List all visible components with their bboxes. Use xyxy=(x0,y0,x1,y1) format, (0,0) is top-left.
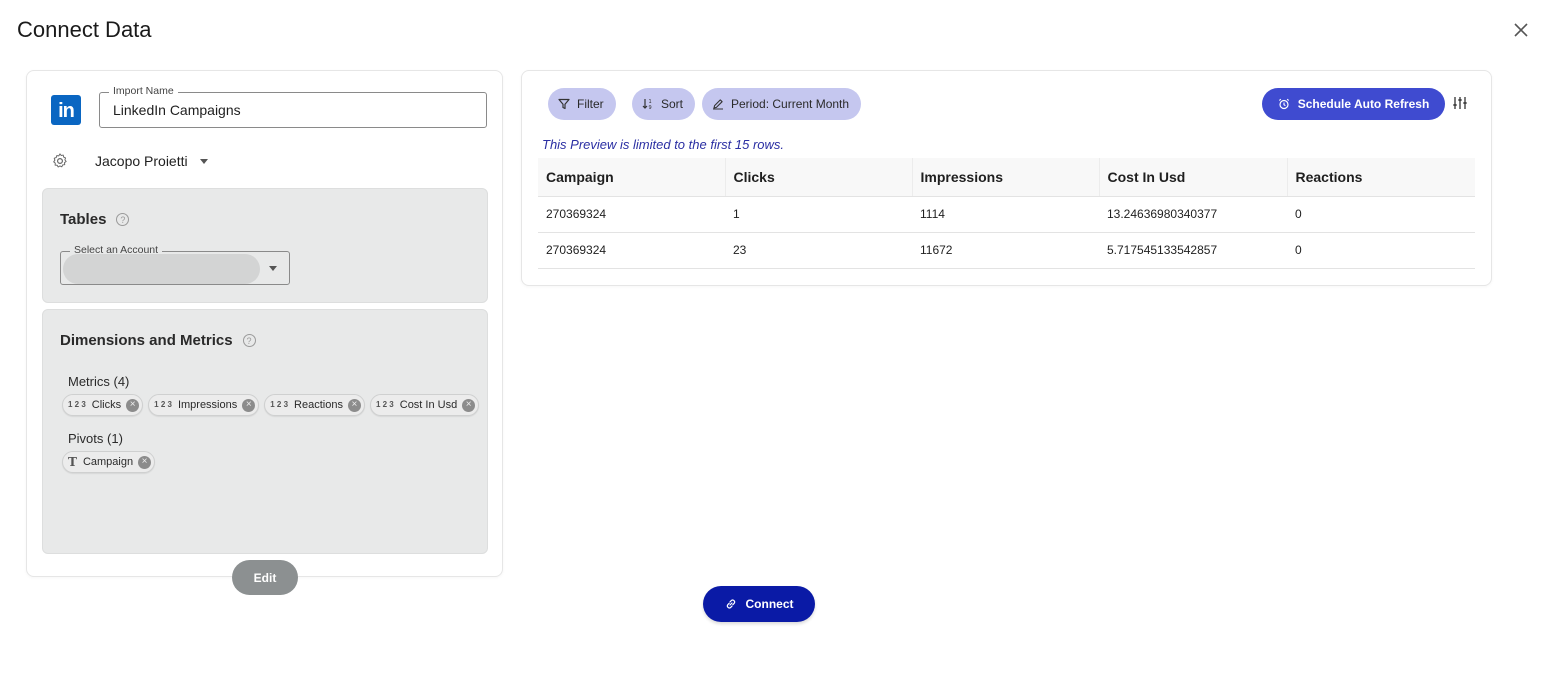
tables-section: Tables ? Select an Account xyxy=(42,188,488,303)
pivots-label: Pivots (1) xyxy=(68,431,123,446)
dimensions-heading: Dimensions and Metrics ? xyxy=(60,332,256,349)
connect-button[interactable]: Connect xyxy=(703,586,815,622)
import-name-field[interactable]: Import Name xyxy=(99,85,487,128)
account-selector[interactable]: Jacopo Proietti xyxy=(51,151,208,171)
metric-chip[interactable]: 1 2 3 Impressions × xyxy=(148,394,260,416)
period-button[interactable]: Period: Current Month xyxy=(702,88,862,120)
sort-button[interactable]: 19 Sort xyxy=(632,88,696,120)
table-cell: 13.24636980340377 xyxy=(1099,196,1287,233)
tables-heading: Tables ? xyxy=(60,211,130,228)
table-cell: 5.717545133542857 xyxy=(1099,232,1287,269)
connect-label: Connect xyxy=(745,597,794,611)
numeric-icon: 1 2 3 xyxy=(375,400,394,409)
period-label: Period: Current Month xyxy=(731,97,850,111)
chip-label: Impressions xyxy=(177,399,238,411)
schedule-label: Schedule Auto Refresh xyxy=(1297,97,1430,111)
table-cell: 1 xyxy=(725,196,912,233)
preview-table: Campaign Clicks Impressions Cost In Usd … xyxy=(538,158,1475,269)
table-row: 270369324 23 11672 5.717545133542857 0 xyxy=(538,232,1475,269)
metric-chip[interactable]: 1 2 3 Cost In Usd × xyxy=(369,394,480,416)
numeric-icon: 1 2 3 xyxy=(270,400,289,409)
column-header[interactable]: Clicks xyxy=(725,158,913,197)
account-select-placeholder xyxy=(63,254,260,284)
column-header[interactable]: Reactions xyxy=(1287,158,1475,197)
metrics-label: Metrics (4) xyxy=(68,374,130,389)
numeric-icon: 1 2 3 xyxy=(154,400,172,409)
pivots-chips: T Campaign × xyxy=(62,451,156,473)
preview-panel: Filter 19 Sort Period: Current Month Sch… xyxy=(521,70,1492,286)
alarm-clock-icon xyxy=(1278,98,1289,110)
table-row: 270369324 1 1114 13.24636980340377 0 xyxy=(538,196,1475,233)
help-icon[interactable]: ? xyxy=(242,334,256,347)
remove-icon[interactable]: × xyxy=(138,455,152,469)
gear-icon[interactable] xyxy=(51,152,69,170)
text-type-icon: T xyxy=(68,455,77,469)
table-cell: 23 xyxy=(725,232,912,269)
preview-note: This Preview is limited to the first 15 … xyxy=(542,137,785,152)
table-cell: 0 xyxy=(1287,232,1475,269)
table-cell: 1114 xyxy=(912,196,1099,233)
help-icon[interactable]: ? xyxy=(116,213,130,226)
remove-icon[interactable]: × xyxy=(462,398,476,412)
tables-title: Tables xyxy=(60,211,107,228)
chip-label: Clicks xyxy=(91,399,122,411)
remove-icon[interactable]: × xyxy=(126,398,140,412)
remove-icon[interactable]: × xyxy=(347,398,361,412)
chevron-down-icon[interactable] xyxy=(199,158,208,164)
metrics-chips: 1 2 3 Clicks × 1 2 3 Impressions × 1 2 3… xyxy=(62,394,480,416)
import-name-input[interactable] xyxy=(113,102,473,118)
filter-button[interactable]: Filter xyxy=(548,88,616,120)
metric-chip[interactable]: 1 2 3 Reactions × xyxy=(264,394,365,416)
metric-chip[interactable]: 1 2 3 Clicks × xyxy=(62,394,144,416)
edit-button[interactable]: Edit xyxy=(232,560,298,595)
table-cell: 11672 xyxy=(912,232,1099,269)
import-name-label: Import Name xyxy=(109,85,178,97)
column-header[interactable]: Campaign xyxy=(538,158,726,197)
column-header[interactable]: Cost In Usd xyxy=(1099,158,1288,197)
link-icon xyxy=(726,599,735,609)
linkedin-logo-icon: in xyxy=(51,95,81,125)
page-title: Connect Data xyxy=(17,17,152,42)
column-settings-icon[interactable] xyxy=(1452,95,1468,111)
remove-icon[interactable]: × xyxy=(242,398,256,412)
pivot-chip[interactable]: T Campaign × xyxy=(62,451,156,473)
schedule-auto-refresh-button[interactable]: Schedule Auto Refresh xyxy=(1262,88,1445,120)
dimensions-title: Dimensions and Metrics xyxy=(60,332,233,349)
svg-text:9: 9 xyxy=(649,105,652,110)
dimensions-metrics-section: Dimensions and Metrics ? Metrics (4) 1 2… xyxy=(42,309,488,595)
source-config-panel: in Import Name Jacopo Proietti Tables ? … xyxy=(26,70,503,595)
table-cell: 270369324 xyxy=(538,232,725,269)
close-icon[interactable] xyxy=(1511,20,1531,40)
chip-label: Cost In Usd xyxy=(399,399,458,411)
chevron-down-icon[interactable] xyxy=(269,266,277,271)
account-name: Jacopo Proietti xyxy=(95,153,188,169)
filter-icon xyxy=(558,98,570,110)
edit-icon xyxy=(713,99,723,110)
column-header[interactable]: Impressions xyxy=(912,158,1100,197)
sort-icon: 19 xyxy=(642,99,652,110)
numeric-icon: 1 2 3 xyxy=(68,400,86,409)
table-cell: 270369324 xyxy=(538,196,725,233)
account-select[interactable]: Select an Account xyxy=(60,244,290,285)
chip-label: Reactions xyxy=(294,399,343,411)
chip-label: Campaign xyxy=(82,456,134,468)
table-header-row: Campaign Clicks Impressions Cost In Usd … xyxy=(538,158,1475,197)
sort-label: Sort xyxy=(661,97,684,111)
filter-label: Filter xyxy=(577,97,604,111)
table-cell: 0 xyxy=(1287,196,1475,233)
